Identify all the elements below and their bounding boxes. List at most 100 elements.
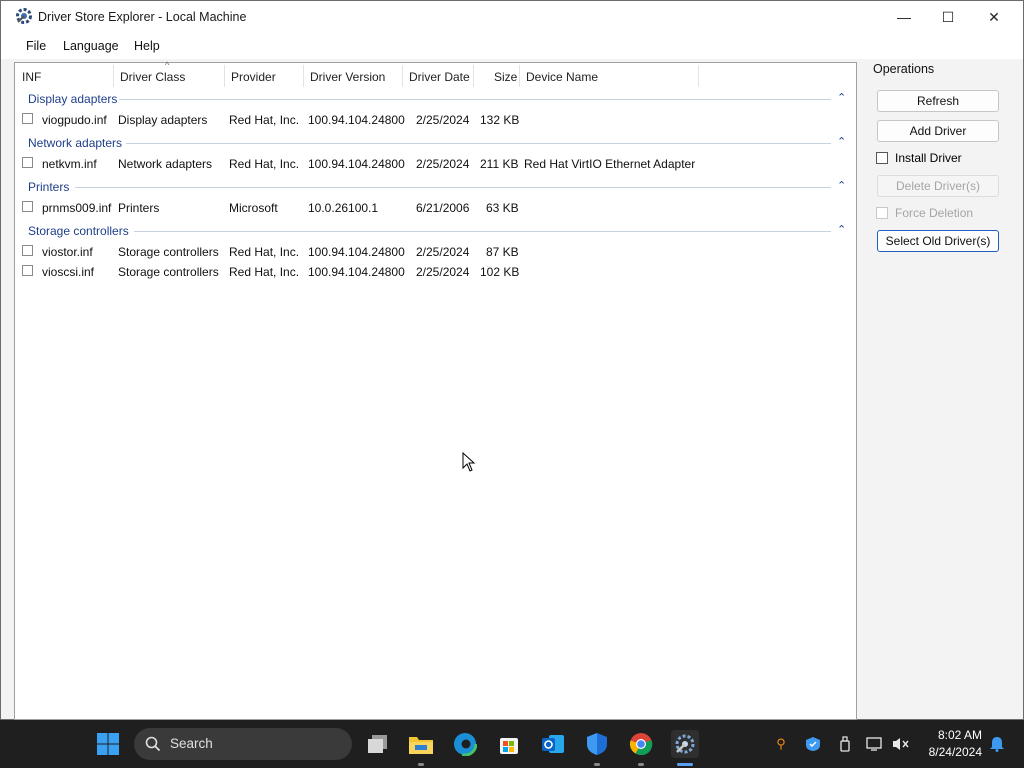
cell-driver-date: 2/25/2024: [416, 265, 470, 279]
cell-driver-date: 2/25/2024: [416, 157, 470, 171]
gear-wrench-app-icon: [16, 8, 32, 24]
clock-date[interactable]: 8/24/2024: [912, 745, 982, 759]
row-checkbox[interactable]: [22, 113, 33, 124]
mouse-pointer-icon: [462, 452, 476, 472]
column-divider[interactable]: [303, 65, 304, 87]
magnifier-tray-icon[interactable]: ⚲: [772, 735, 790, 753]
group-divider: [126, 143, 831, 144]
security-tray-icon[interactable]: [804, 735, 822, 753]
column-divider[interactable]: [519, 65, 520, 87]
cell-driver-class: Printers: [118, 201, 160, 215]
file-explorer-icon[interactable]: [407, 730, 435, 758]
microsoft-store-icon[interactable]: [495, 730, 523, 758]
collapse-chevron-icon[interactable]: ⌃: [837, 91, 846, 104]
group-header-storage-controllers[interactable]: Storage controllers ⌃: [15, 222, 856, 240]
driver-store-explorer-taskbar-icon[interactable]: [671, 730, 699, 758]
column-header-provider[interactable]: Provider: [231, 70, 276, 84]
cell-driver-version: 100.94.104.24800: [308, 113, 405, 127]
title-bar[interactable]: Driver Store Explorer - Local Machine — …: [1, 1, 1023, 33]
minimize-button[interactable]: —: [881, 1, 927, 33]
app-window: Driver Store Explorer - Local Machine — …: [0, 0, 1024, 720]
taskbar-search-box[interactable]: Search: [134, 728, 352, 760]
column-header-inf[interactable]: INF: [22, 70, 41, 84]
table-row[interactable]: netkvm.inf Network adapters Red Hat, Inc…: [15, 153, 856, 173]
group-label: Printers: [28, 180, 70, 194]
running-indicator: [418, 763, 424, 766]
row-checkbox[interactable]: [22, 201, 33, 212]
refresh-button[interactable]: Refresh: [877, 90, 999, 112]
active-indicator: [677, 763, 693, 766]
close-icon: ✕: [988, 8, 1000, 25]
table-row[interactable]: viogpudo.inf Display adapters Red Hat, I…: [15, 109, 856, 129]
network-tray-icon[interactable]: [866, 735, 884, 753]
menu-language[interactable]: Language: [63, 39, 119, 53]
defender-shield-icon[interactable]: [583, 730, 611, 758]
chrome-browser-icon[interactable]: [627, 730, 655, 758]
outlook-icon[interactable]: [539, 730, 567, 758]
checkbox-box[interactable]: [876, 152, 888, 164]
cell-driver-version: 100.94.104.24800: [308, 157, 405, 171]
checkbox-box[interactable]: [876, 207, 888, 219]
menu-bar: File Language Help: [1, 33, 1023, 59]
start-windows-icon[interactable]: [94, 730, 122, 758]
edge-browser-icon[interactable]: [451, 730, 479, 758]
group-header-network-adapters[interactable]: Network adapters ⌃: [15, 134, 856, 152]
column-divider[interactable]: [698, 65, 699, 87]
operations-panel: Operations Refresh Add Driver Install Dr…: [860, 59, 1024, 721]
cell-driver-version: 100.94.104.24800: [308, 265, 405, 279]
row-checkbox[interactable]: [22, 245, 33, 256]
table-row[interactable]: viostor.inf Storage controllers Red Hat,…: [15, 241, 856, 261]
collapse-chevron-icon[interactable]: ⌃: [837, 135, 846, 148]
column-header-driver-date[interactable]: Driver Date: [409, 70, 470, 84]
running-indicator: [594, 763, 600, 766]
maximize-button[interactable]: ☐: [925, 1, 971, 33]
table-row[interactable]: vioscsi.inf Storage controllers Red Hat,…: [15, 261, 856, 281]
close-button[interactable]: ✕: [971, 1, 1017, 33]
column-divider[interactable]: [113, 65, 114, 87]
group-label: Display adapters: [28, 92, 118, 106]
collapse-chevron-icon[interactable]: ⌃: [837, 223, 846, 236]
sort-ascending-icon: ^: [165, 60, 170, 70]
cell-driver-version: 100.94.104.24800: [308, 245, 405, 259]
cell-driver-class: Storage controllers: [118, 245, 219, 259]
cell-driver-class: Display adapters: [118, 113, 208, 127]
column-divider[interactable]: [224, 65, 225, 87]
window-title: Driver Store Explorer - Local Machine: [38, 10, 247, 24]
row-checkbox[interactable]: [22, 157, 33, 168]
search-label: Search: [170, 736, 213, 751]
table-row[interactable]: prnms009.inf Printers Microsoft 10.0.261…: [15, 197, 856, 217]
clock-time[interactable]: 8:02 AM: [922, 728, 982, 742]
cell-size: 63 KB: [486, 201, 519, 215]
volume-muted-tray-icon[interactable]: [892, 735, 910, 753]
cell-size: 102 KB: [480, 265, 520, 279]
cell-size: 87 KB: [486, 245, 519, 259]
row-checkbox[interactable]: [22, 265, 33, 276]
cell-driver-date: 2/25/2024: [416, 113, 470, 127]
group-header-printers[interactable]: Printers ⌃: [15, 178, 856, 196]
add-driver-button[interactable]: Add Driver: [877, 120, 999, 142]
column-header-driver-class[interactable]: Driver Class: [120, 70, 185, 84]
task-view-icon[interactable]: [364, 730, 392, 758]
column-divider[interactable]: [473, 65, 474, 87]
driver-list[interactable]: INF ^ Driver Class Provider Driver Versi…: [14, 60, 857, 720]
usb-tray-icon[interactable]: [836, 735, 854, 753]
delete-driver-button[interactable]: Delete Driver(s): [877, 175, 999, 197]
menu-help[interactable]: Help: [134, 39, 160, 53]
group-header-display-adapters[interactable]: Display adapters ⌃: [15, 90, 856, 108]
column-header-size[interactable]: Size: [494, 70, 517, 84]
taskbar: Search ⚲ 8:02 AM 8/24/2024: [0, 720, 1024, 768]
column-header-driver-version[interactable]: Driver Version: [310, 70, 385, 84]
cell-inf: viostor.inf: [42, 245, 93, 259]
column-header-device-name[interactable]: Device Name: [526, 70, 598, 84]
collapse-chevron-icon[interactable]: ⌃: [837, 179, 846, 192]
menu-file[interactable]: File: [26, 39, 46, 53]
group-label: Storage controllers: [28, 224, 129, 238]
running-indicator: [638, 763, 644, 766]
notification-bell-icon[interactable]: [988, 735, 1006, 753]
search-icon: [145, 736, 161, 752]
cell-driver-date: 2/25/2024: [416, 245, 470, 259]
cell-provider: Red Hat, Inc.: [229, 265, 300, 279]
cell-inf: viogpudo.inf: [42, 113, 107, 127]
column-divider[interactable]: [402, 65, 403, 87]
select-old-drivers-button[interactable]: Select Old Driver(s): [877, 230, 999, 252]
